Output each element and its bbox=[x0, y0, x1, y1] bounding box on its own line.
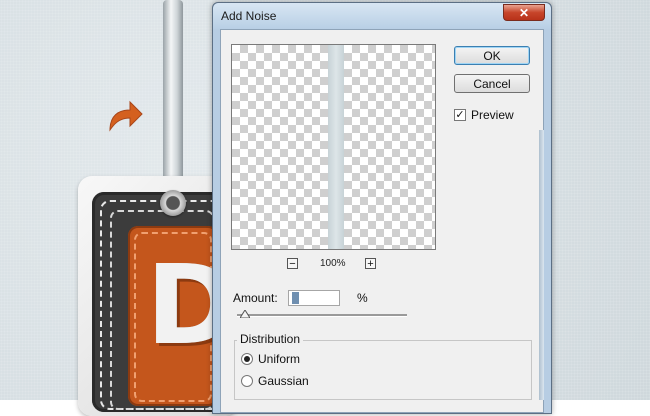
ok-button[interactable]: OK bbox=[454, 46, 530, 65]
preview-image-strip bbox=[328, 45, 344, 249]
tag-rope bbox=[163, 0, 183, 200]
zoom-level: 100% bbox=[320, 258, 346, 269]
radio-gaussian[interactable]: Gaussian bbox=[241, 374, 361, 390]
uniform-label: Uniform bbox=[258, 352, 301, 366]
amount-row: Amount: % bbox=[233, 290, 433, 308]
distribution-legend: Distribution bbox=[237, 332, 304, 346]
redo-arrow-icon bbox=[109, 100, 143, 132]
amount-unit: % bbox=[357, 291, 368, 305]
zoom-controls: − 100% + bbox=[287, 258, 387, 272]
canvas-scrollbar[interactable] bbox=[539, 130, 544, 400]
radio-uniform[interactable]: Uniform bbox=[241, 352, 361, 368]
radio-selected-icon[interactable] bbox=[241, 353, 253, 365]
dialog-title: Add Noise bbox=[221, 9, 277, 23]
zoom-in-button[interactable]: + bbox=[365, 258, 376, 270]
amount-label: Amount: bbox=[233, 291, 278, 305]
add-noise-dialog: Add Noise ✕ − 100% + OK Cancel ✓ Preview… bbox=[212, 2, 552, 414]
amount-selection-caret bbox=[292, 292, 299, 304]
radio-unselected-icon[interactable] bbox=[241, 375, 253, 387]
gaussian-label: Gaussian bbox=[258, 374, 309, 388]
zoom-out-button[interactable]: − bbox=[287, 258, 298, 270]
preview-label: Preview bbox=[471, 108, 514, 122]
amount-slider-thumb[interactable] bbox=[240, 310, 250, 318]
grommet bbox=[160, 190, 186, 216]
minus-icon: − bbox=[289, 258, 296, 270]
cancel-button[interactable]: Cancel bbox=[454, 74, 530, 93]
close-button[interactable]: ✕ bbox=[503, 4, 545, 21]
distribution-group bbox=[234, 340, 532, 400]
dialog-body: − 100% + OK Cancel ✓ Preview Amount: % D… bbox=[220, 29, 544, 413]
checkbox-checked-icon[interactable]: ✓ bbox=[454, 109, 466, 121]
dialog-titlebar[interactable]: Add Noise ✕ bbox=[213, 3, 551, 29]
amount-slider-track[interactable] bbox=[237, 314, 407, 317]
close-icon: ✕ bbox=[518, 6, 530, 20]
preview-checkbox[interactable]: ✓ Preview bbox=[454, 108, 544, 124]
preview-area[interactable] bbox=[231, 44, 436, 250]
plus-icon: + bbox=[367, 258, 374, 270]
